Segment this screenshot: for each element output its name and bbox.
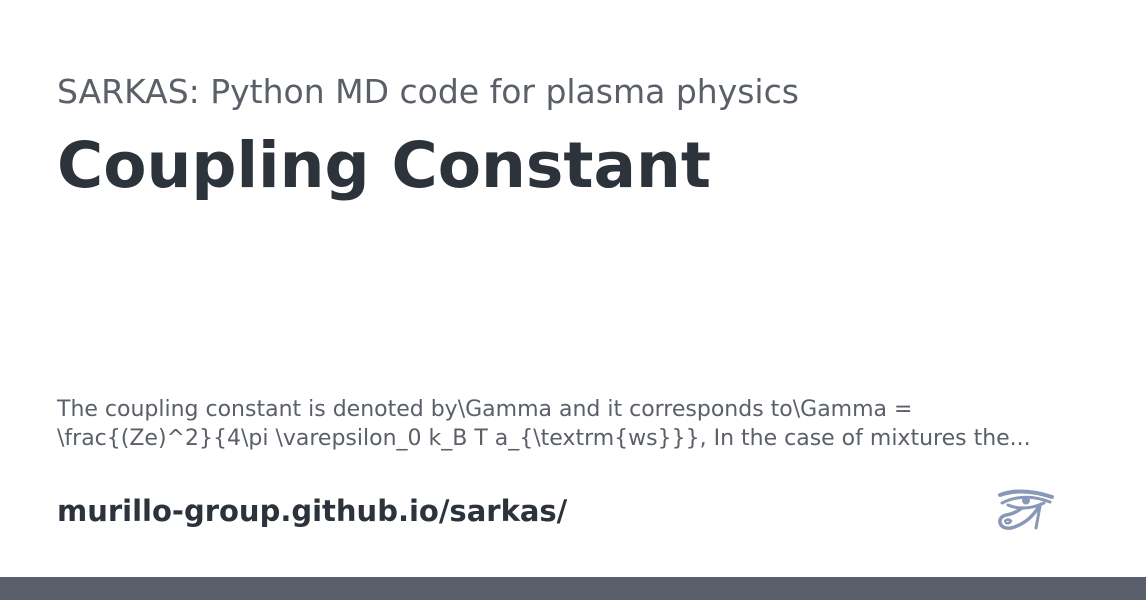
site-url: murillo-group.github.io/sarkas/ bbox=[57, 494, 568, 528]
eye-of-horus-icon bbox=[998, 489, 1054, 530]
page-title: Coupling Constant bbox=[57, 129, 711, 202]
page-description: The coupling constant is denoted by\Gamm… bbox=[57, 397, 1031, 451]
site-title: SARKAS: Python MD code for plasma physic… bbox=[57, 72, 799, 111]
bottom-bar bbox=[0, 577, 1146, 600]
